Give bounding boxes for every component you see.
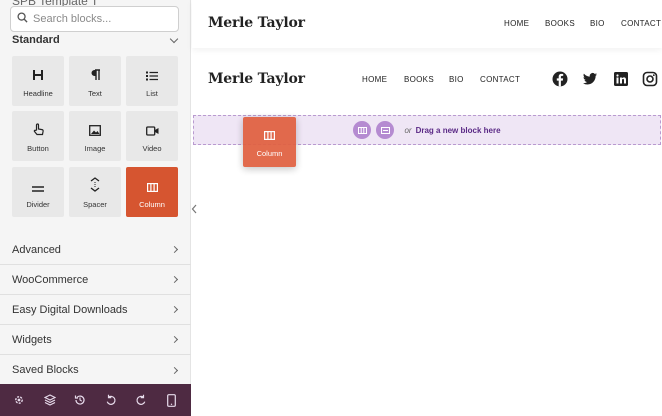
section-nav-contact[interactable]: CONTACT [480, 75, 520, 84]
block-video[interactable]: Video [126, 111, 178, 161]
add-block-button[interactable] [376, 121, 395, 139]
category-label: Widgets [12, 333, 52, 346]
chevron-right-icon [170, 305, 179, 314]
category-label: Easy Digital Downloads [12, 303, 128, 316]
block-spacer[interactable]: Spacer [69, 167, 121, 217]
columns-icon [264, 117, 275, 142]
chevron-right-icon [170, 366, 179, 374]
add-columns-button[interactable] [353, 121, 372, 139]
nav-books[interactable]: BOOKS [545, 19, 575, 28]
block-text[interactable]: Text [69, 56, 121, 106]
facebook-icon[interactable] [552, 71, 568, 87]
paragraph-icon [90, 56, 101, 83]
block-image[interactable]: Image [69, 111, 121, 161]
category-widgets[interactable]: Widgets [0, 325, 191, 355]
category-easy-digital-downloads[interactable]: Easy Digital Downloads [0, 295, 191, 325]
nav-contact[interactable]: CONTACT [621, 19, 661, 28]
columns-icon [146, 167, 158, 194]
block-label: Column [139, 200, 165, 209]
category-saved-blocks[interactable]: Saved Blocks [0, 355, 191, 385]
block-list[interactable]: List [126, 56, 178, 106]
category-label: Saved Blocks [12, 364, 79, 376]
sidebar-collapse-handle[interactable] [191, 201, 197, 214]
block-label: Button [27, 144, 49, 153]
block-sidebar: SPB Template T Standard Headline Text Li… [0, 0, 191, 416]
section-nav-bio[interactable]: BIO [449, 75, 464, 84]
block-label: Image [84, 144, 106, 153]
chevron-right-icon [170, 335, 179, 344]
block-divider[interactable]: Divider [12, 167, 64, 217]
heading-icon [32, 56, 44, 83]
chevron-right-icon [170, 275, 179, 284]
chevron-down-icon [169, 34, 179, 43]
preview-header: Merle Taylor HOME BOOKS BIO CONTACT [192, 0, 662, 48]
section-title: Standard [12, 34, 60, 46]
list-icon [146, 56, 158, 83]
instagram-icon[interactable] [642, 71, 658, 87]
block-button[interactable]: Button [12, 111, 64, 161]
section-standard-header[interactable]: Standard [0, 30, 191, 50]
redo-icon[interactable] [133, 392, 149, 408]
block-label: Headline [23, 89, 53, 98]
search-box[interactable] [10, 6, 179, 32]
image-icon [89, 111, 101, 138]
twitter-icon[interactable] [582, 71, 598, 87]
block-column[interactable]: Column [126, 167, 178, 217]
dragged-block-label: Column [256, 149, 283, 158]
divider-icon [32, 167, 44, 194]
block-label: Spacer [83, 200, 107, 209]
history-icon[interactable] [72, 392, 88, 408]
video-camera-icon [145, 111, 159, 138]
nav-bio[interactable]: BIO [590, 19, 605, 28]
site-logo[interactable]: Merle Taylor [208, 15, 305, 31]
pointer-hand-icon [33, 111, 44, 138]
category-label: WooCommerce [12, 273, 89, 286]
section-nav-home[interactable]: HOME [362, 75, 387, 84]
category-woocommerce[interactable]: WooCommerce [0, 265, 191, 295]
search-icon [17, 10, 28, 28]
sidebar-bottom-toolbar [0, 384, 191, 416]
layers-icon[interactable] [42, 392, 58, 408]
linkedin-icon[interactable] [613, 71, 629, 87]
nav-home[interactable]: HOME [504, 19, 529, 28]
dropzone-drag-hint: Drag a new block here [415, 125, 501, 135]
block-label: Text [88, 89, 102, 98]
block-label: List [146, 89, 158, 98]
spacer-icon [90, 167, 100, 194]
category-label: Advanced [12, 243, 61, 256]
section-nav-books[interactable]: BOOKS [404, 75, 434, 84]
mobile-preview-icon[interactable] [164, 392, 180, 408]
dropzone-or-text: or [404, 125, 412, 135]
block-label: Video [142, 144, 162, 153]
chevron-right-icon [170, 245, 179, 254]
undo-icon[interactable] [103, 392, 119, 408]
section-logo[interactable]: Merle Taylor [208, 71, 305, 87]
search-input[interactable] [33, 13, 173, 25]
dragged-column-block[interactable]: Column [243, 117, 296, 167]
category-advanced[interactable]: Advanced [0, 235, 191, 265]
block-label: Divider [26, 200, 50, 209]
settings-icon[interactable] [11, 392, 27, 408]
block-headline[interactable]: Headline [12, 56, 64, 106]
